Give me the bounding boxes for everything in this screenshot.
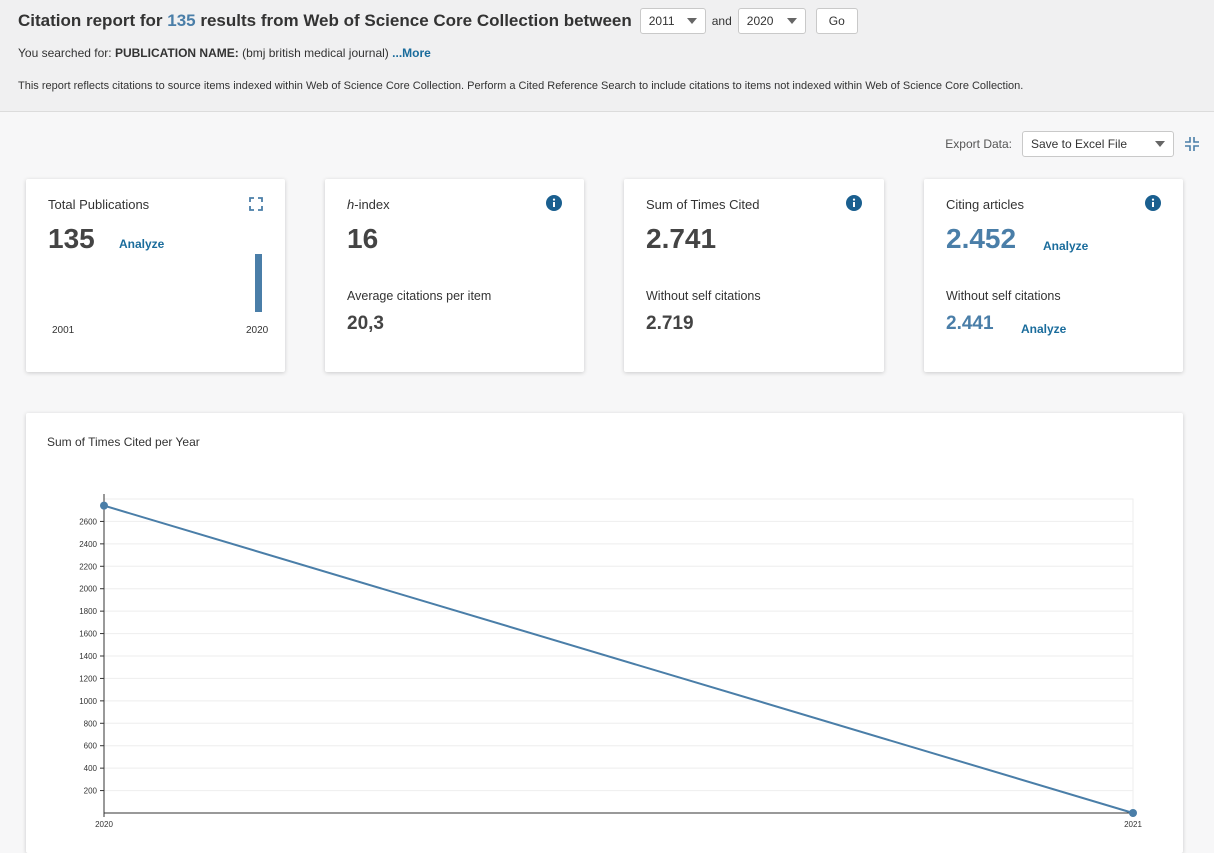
title-prefix: Citation report for bbox=[18, 11, 163, 30]
y-tick-label: 200 bbox=[84, 787, 98, 796]
x-tick-label: 2021 bbox=[1124, 820, 1142, 829]
report-note: This report reflects citations to source… bbox=[18, 80, 1024, 92]
citing-without-self-value[interactable]: 2.441 bbox=[946, 313, 994, 335]
publications-bar bbox=[255, 254, 262, 312]
analyze-link[interactable]: Analyze bbox=[1043, 239, 1088, 253]
y-tick-label: 1200 bbox=[79, 674, 97, 683]
export-select[interactable]: Save to Excel File bbox=[1022, 131, 1174, 157]
title-suffix: results from Web of Science Core Collect… bbox=[200, 11, 632, 30]
result-count: 135 bbox=[167, 11, 196, 30]
search-summary: You searched for: PUBLICATION NAME: (bmj… bbox=[18, 46, 431, 60]
report-title: Citation report for 135 results from Web… bbox=[18, 11, 632, 31]
card-title: Citing articles bbox=[946, 197, 1025, 212]
y-tick-label: 1400 bbox=[79, 652, 97, 661]
y-tick-label: 2600 bbox=[79, 517, 97, 526]
without-self-citations-value: 2.719 bbox=[646, 313, 694, 334]
analyze-link[interactable]: Analyze bbox=[119, 237, 164, 251]
go-button[interactable]: Go bbox=[815, 8, 858, 34]
y-tick-label: 800 bbox=[84, 719, 98, 728]
series-line bbox=[103, 504, 1134, 814]
export-label: Export Data: bbox=[945, 137, 1012, 151]
from-year-select[interactable]: 2011 bbox=[639, 8, 706, 34]
y-tick-label: 2000 bbox=[79, 585, 97, 594]
total-publications-value: 135 bbox=[48, 223, 95, 254]
report-header: Citation report for 135 results from Web… bbox=[0, 0, 1214, 112]
y-tick-label: 1000 bbox=[79, 697, 97, 706]
y-tick-label: 2200 bbox=[79, 562, 97, 571]
data-point bbox=[1129, 809, 1137, 817]
chevron-down-icon bbox=[686, 18, 697, 24]
title-row: Citation report for 135 results from Web… bbox=[18, 8, 858, 34]
info-icon[interactable] bbox=[546, 195, 562, 211]
h-index-card: h-index 16 Average citations per item 20… bbox=[325, 179, 584, 372]
more-link[interactable]: ...More bbox=[392, 46, 431, 60]
total-publications-card: Total Publications 135 Analyze 2001 2020 bbox=[26, 179, 285, 372]
expand-icon[interactable] bbox=[249, 197, 263, 211]
card-title: h-index bbox=[347, 197, 390, 212]
export-row: Export Data: Save to Excel File bbox=[945, 131, 1200, 157]
average-citations-value: 20,3 bbox=[347, 313, 384, 334]
searched-value: (bmj british medical journal) bbox=[242, 46, 389, 60]
to-year-value: 2020 bbox=[746, 14, 774, 28]
sum-times-cited-card: Sum of Times Cited 2.741 Without self ci… bbox=[624, 179, 884, 372]
to-year-select[interactable]: 2020 bbox=[737, 8, 806, 34]
year-start-label: 2001 bbox=[52, 325, 75, 336]
and-label: and bbox=[711, 14, 732, 28]
from-year-value: 2011 bbox=[648, 14, 675, 28]
sub-title: Without self citations bbox=[946, 289, 1061, 303]
year-end-label: 2020 bbox=[246, 325, 269, 336]
citing-articles-card: Citing articles 2.452 Analyze Without se… bbox=[924, 179, 1183, 372]
info-icon[interactable] bbox=[846, 195, 862, 211]
citing-articles-value[interactable]: 2.452 bbox=[946, 223, 1016, 255]
searched-field: PUBLICATION NAME: bbox=[114, 46, 239, 60]
h-index-value: 16 bbox=[347, 223, 379, 254]
sum-times-cited-value: 2.741 bbox=[646, 223, 717, 254]
chevron-down-icon bbox=[786, 18, 797, 24]
searched-prefix: You searched for: bbox=[18, 46, 112, 60]
line-chart: 200 400 600 800 1000 1200 1400 1600 1800 2000 2200… bbox=[79, 494, 1142, 829]
card-title: Total Publications bbox=[48, 197, 150, 212]
export-selected-value: Save to Excel File bbox=[1031, 137, 1128, 151]
analyze-link[interactable]: Analyze bbox=[1021, 322, 1066, 336]
info-icon[interactable] bbox=[1145, 195, 1161, 211]
data-point bbox=[100, 501, 108, 510]
y-tick-label: 2400 bbox=[79, 540, 97, 549]
chevron-down-icon bbox=[1155, 141, 1165, 147]
times-cited-chart-card: Sum of Times Cited per Year 200 400 600 800… bbox=[26, 413, 1183, 853]
y-tick-label: 1600 bbox=[79, 630, 97, 639]
h-index-rest: -index bbox=[354, 197, 390, 212]
y-tick-label: 1800 bbox=[79, 607, 97, 616]
sub-title: Average citations per item bbox=[347, 289, 492, 303]
card-title: Sum of Times Cited bbox=[646, 197, 760, 212]
collapse-icon[interactable] bbox=[1184, 136, 1200, 152]
y-tick-label: 400 bbox=[84, 764, 98, 773]
sub-title: Without self citations bbox=[646, 289, 761, 303]
y-tick-label: 600 bbox=[84, 742, 98, 751]
x-tick-label: 2020 bbox=[95, 820, 113, 829]
